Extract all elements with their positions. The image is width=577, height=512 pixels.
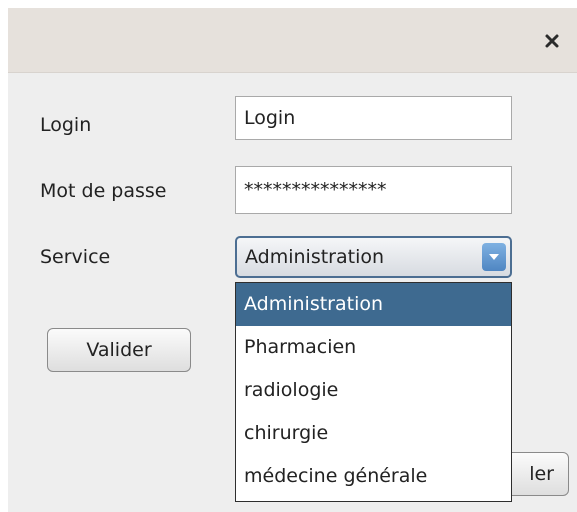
service-select[interactable]: Administration [235, 236, 512, 278]
service-label: Service [40, 246, 111, 268]
password-input[interactable]: *************** [235, 166, 512, 214]
chevron-down-icon [489, 254, 499, 260]
dropdown-option-chirurgie[interactable]: chirurgie [236, 412, 511, 455]
login-dialog: Login Login Mot de passe ***************… [8, 8, 577, 512]
title-bar [8, 8, 577, 73]
dropdown-option-pharmacien[interactable]: Pharmacien [236, 326, 511, 369]
dropdown-option-medecine-generale[interactable]: médecine générale [236, 455, 511, 498]
dropdown-option-administration[interactable]: Administration [236, 283, 511, 326]
service-select-value: Administration [245, 246, 385, 268]
close-button[interactable] [539, 28, 565, 54]
login-input[interactable]: Login [235, 96, 512, 140]
cancel-button-label: ler [529, 463, 554, 485]
dropdown-arrow-button[interactable] [482, 243, 506, 271]
password-label: Mot de passe [40, 180, 167, 202]
validate-button[interactable]: Valider [47, 328, 191, 372]
close-icon [545, 34, 559, 48]
validate-button-label: Valider [86, 339, 152, 361]
dropdown-option-radiologie[interactable]: radiologie [236, 369, 511, 412]
login-label: Login [40, 114, 92, 136]
service-dropdown-list: Administration Pharmacien radiologie chi… [235, 282, 512, 502]
